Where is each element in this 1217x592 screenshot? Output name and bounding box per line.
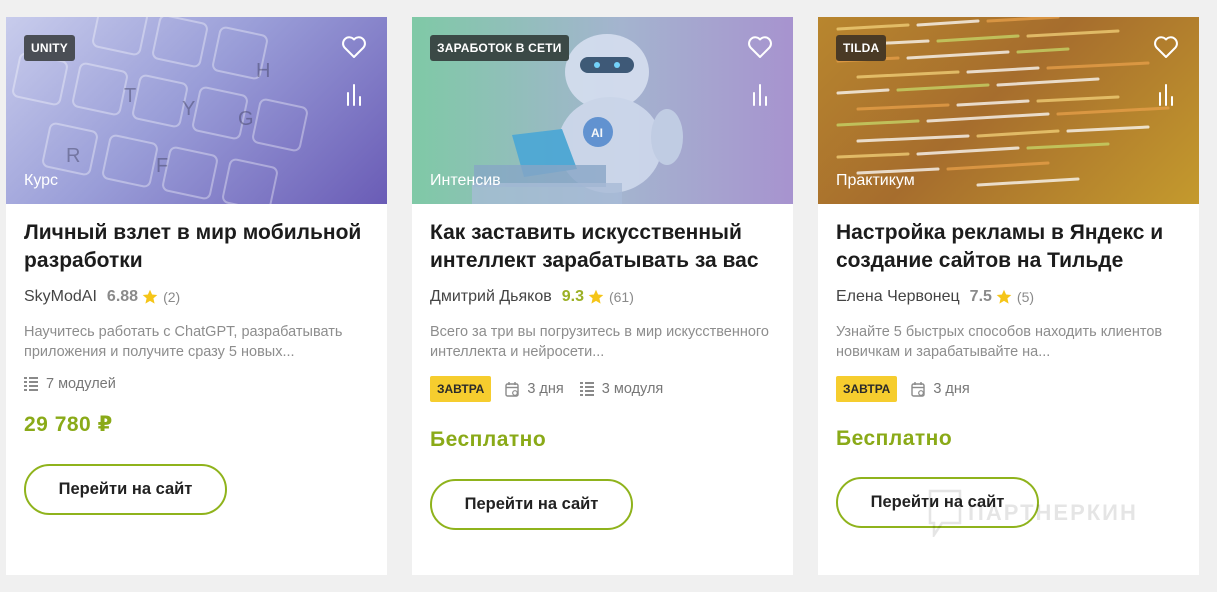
author-name[interactable]: SkyModAI [24, 288, 97, 306]
course-description: Узнайте 5 быстрых способов находить клие… [836, 324, 1163, 360]
modules-info: 3 модуля [579, 381, 664, 397]
reviews-count[interactable]: (2) [163, 289, 180, 305]
go-to-site-button[interactable]: Перейти на сайт [836, 477, 1039, 528]
duration-text: 3 дня [527, 381, 564, 397]
course-meta: ЗАВТРА 3 дня [836, 376, 1181, 402]
svg-text:T: T [124, 85, 136, 107]
compare-icon[interactable] [751, 83, 771, 107]
course-card[interactable]: TILDA Практикум Настройка рекламы в Янде… [818, 17, 1199, 575]
category-badge[interactable]: TILDA [836, 35, 887, 61]
course-card[interactable]: T Y G R F H UNITY Курс Личный взлет в ми… [6, 17, 387, 575]
course-title[interactable]: Как заставить искусственный интеллект за… [430, 219, 775, 274]
star-icon [142, 289, 158, 304]
go-to-site-button[interactable]: Перейти на сайт [430, 479, 633, 530]
course-price: 29 780 ₽ [24, 413, 113, 436]
compare-icon[interactable] [1157, 83, 1177, 107]
calendar-icon [911, 382, 926, 397]
rating-value: 9.3 [561, 288, 584, 305]
start-date-tag: ЗАВТРА [836, 376, 898, 402]
course-thumbnail[interactable]: AI ЗАРАБОТОК В СЕТИ Интенсив [412, 17, 793, 204]
course-format-label: Практикум [836, 172, 915, 189]
course-card[interactable]: AI ЗАРАБОТОК В СЕТИ Интенсив Как застави… [412, 17, 793, 575]
course-description: Научитесь работать с ChatGPT, разрабатыв… [24, 324, 343, 360]
author-rating-row: Дмитрий Дьяков 9.3 (61) [430, 288, 775, 306]
course-title[interactable]: Настройка рекламы в Яндекс и создание са… [836, 219, 1181, 274]
course-price: Бесплатно [836, 427, 953, 450]
svg-text:R: R [66, 145, 80, 167]
course-thumbnail[interactable]: TILDA Практикум [818, 17, 1199, 204]
heart-icon[interactable] [1153, 35, 1179, 59]
start-date-tag: ЗАВТРА [430, 376, 492, 402]
star-icon [996, 289, 1012, 304]
svg-text:F: F [156, 155, 168, 177]
author-rating-row: SkyModAI 6.88 (2) [24, 288, 369, 306]
course-meta: ЗАВТРА 3 дня 3 модуля [430, 376, 775, 402]
modules-icon [24, 377, 38, 391]
svg-text:Y: Y [182, 98, 195, 120]
author-name[interactable]: Елена Червонец [836, 288, 960, 306]
heart-icon[interactable] [341, 35, 367, 59]
modules-count: 3 модуля [601, 381, 664, 397]
rating-value: 6.88 [106, 288, 139, 305]
calendar-icon [505, 382, 520, 397]
svg-text:G: G [238, 108, 254, 130]
svg-text:H: H [256, 60, 270, 82]
course-format-label: Интенсив [430, 172, 501, 189]
go-to-site-button[interactable]: Перейти на сайт [24, 464, 227, 515]
course-format-label: Курс [24, 172, 59, 189]
reviews-count[interactable]: (5) [1017, 289, 1034, 305]
category-badge[interactable]: UNITY [24, 35, 75, 61]
modules-count: 7 модулей [46, 376, 116, 392]
compare-icon[interactable] [345, 83, 365, 107]
author-name[interactable]: Дмитрий Дьяков [430, 288, 552, 306]
course-thumbnail[interactable]: T Y G R F H UNITY Курс [6, 17, 387, 204]
course-description: Всего за три вы погрузитесь в мир искусс… [430, 324, 769, 360]
author-rating-row: Елена Червонец 7.5 (5) [836, 288, 1181, 306]
category-badge[interactable]: ЗАРАБОТОК В СЕТИ [430, 35, 569, 61]
reviews-count[interactable]: (61) [609, 289, 634, 305]
duration-info: 3 дня [911, 381, 970, 397]
star-icon [588, 289, 604, 304]
course-meta: 7 модулей [24, 376, 369, 392]
svg-text:AI: AI [591, 126, 603, 140]
duration-info: 3 дня [505, 381, 564, 397]
duration-text: 3 дня [933, 381, 970, 397]
modules-icon [579, 382, 594, 396]
modules-info: 7 модулей [24, 376, 116, 392]
rating-value: 7.5 [969, 288, 992, 305]
course-price: Бесплатно [430, 428, 547, 451]
course-title[interactable]: Личный взлет в мир мобильной разработки [24, 219, 369, 274]
heart-icon[interactable] [747, 35, 773, 59]
